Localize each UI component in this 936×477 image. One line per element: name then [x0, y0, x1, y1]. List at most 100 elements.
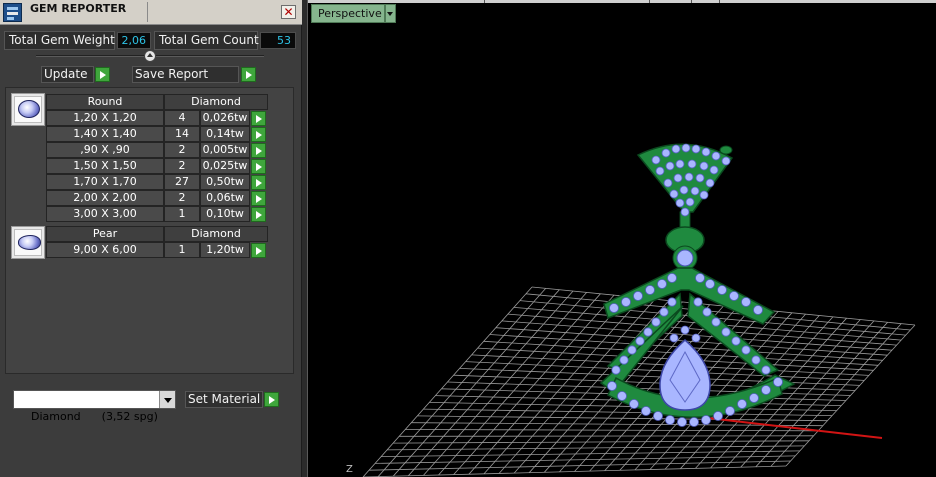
- pave-stone: [721, 156, 731, 166]
- ground-grid: [362, 286, 916, 477]
- select-gem-play-icon[interactable]: [251, 143, 266, 158]
- gem-material-header: Diamond: [164, 94, 268, 110]
- pave-stone: [607, 381, 617, 391]
- grid-line: [770, 323, 902, 467]
- pave-stone: [701, 415, 711, 425]
- gem-weight-cell: 0,025tw: [200, 158, 250, 174]
- pave-stone: [659, 307, 669, 317]
- select-gem-play-icon[interactable]: [251, 111, 266, 126]
- pave-stone: [609, 303, 619, 313]
- gem-shape-header: Round: [46, 94, 164, 110]
- center-stone: [676, 249, 694, 267]
- perspective-viewport[interactable]: Perspective Z: [307, 0, 936, 477]
- pave-stone: [641, 406, 651, 416]
- pave-stone: [657, 279, 667, 289]
- pave-stone: [651, 317, 661, 327]
- pave-stone: [737, 399, 747, 409]
- pave-stone: [693, 297, 703, 307]
- total-gem-weight-value: 2,06: [117, 32, 151, 49]
- pave-stone: [691, 144, 701, 154]
- pear-gem-icon[interactable]: [11, 226, 45, 259]
- gem-material-header: Diamond: [164, 226, 268, 242]
- pave-stone: [629, 399, 639, 409]
- gem-weight-cell: 0,005tw: [200, 142, 250, 158]
- panel-titlebar: GEM REPORTER ✕: [0, 0, 302, 25]
- save-report-button[interactable]: Save Report: [132, 66, 239, 83]
- save-report-play-icon[interactable]: [241, 67, 256, 82]
- pave-stone: [702, 307, 712, 317]
- select-gem-play-icon[interactable]: [251, 159, 266, 174]
- gem-size-cell: 1,50 X 1,50: [46, 158, 164, 174]
- select-gem-play-icon[interactable]: [251, 191, 266, 206]
- gem-size-cell: ,90 X ,90: [46, 142, 164, 158]
- gem-size-cell: 1,40 X 1,40: [46, 126, 164, 142]
- gem-reporter-panel: GEM REPORTER ✕ Total Gem Weight 2,06 Tot…: [0, 0, 302, 477]
- pave-stone: [717, 285, 727, 295]
- gem-size-cell: 2,00 X 2,00: [46, 190, 164, 206]
- pendant-scene: Z: [346, 143, 916, 477]
- select-gem-play-icon[interactable]: [251, 127, 266, 142]
- pave-stone: [671, 144, 681, 154]
- grid-line: [381, 450, 800, 457]
- pave-stone: [701, 147, 711, 157]
- update-button[interactable]: Update: [41, 66, 94, 83]
- pave-stone: [687, 159, 697, 169]
- pave-stone: [751, 355, 761, 365]
- pave-stone: [663, 178, 673, 188]
- select-gem-play-icon[interactable]: [251, 207, 266, 222]
- round-gem-icon[interactable]: [11, 93, 45, 126]
- grid-line: [423, 408, 833, 416]
- gem-weight-cell: 0,06tw: [200, 190, 250, 206]
- gem-count-cell: 1: [164, 242, 200, 258]
- x-axis-line: [707, 417, 883, 439]
- panel-title: GEM REPORTER: [30, 2, 127, 15]
- pave-stone: [680, 325, 690, 335]
- pave-stone: [684, 172, 694, 182]
- gem-count-cell: 2: [164, 190, 200, 206]
- pave-stone: [653, 411, 663, 421]
- pave-stone: [667, 273, 677, 283]
- select-gem-play-icon[interactable]: [251, 175, 266, 190]
- material-select-value: Diamond (3,52 spg): [31, 410, 158, 423]
- gem-shape-header: Pear: [46, 226, 164, 242]
- gem-size-cell: 1,70 X 1,70: [46, 174, 164, 190]
- pave-stone: [689, 417, 699, 427]
- titlebar-divider: [147, 2, 148, 22]
- set-material-button[interactable]: Set Material: [185, 391, 263, 408]
- set-material-play-icon[interactable]: [264, 392, 279, 407]
- gem-weight-cell: 0,10tw: [200, 206, 250, 222]
- material-select[interactable]: Diamond (3,52 spg): [13, 390, 176, 423]
- pave-stone: [761, 385, 771, 395]
- gem-weight-cell: 1,20tw: [200, 242, 250, 258]
- update-play-icon[interactable]: [95, 67, 110, 82]
- pave-stone: [713, 411, 723, 421]
- gem-weight-cell: 0,14tw: [200, 126, 250, 142]
- pave-stone: [741, 297, 751, 307]
- pave-stone: [675, 198, 685, 208]
- collapse-toggle-icon[interactable]: [144, 50, 156, 62]
- gem-weight-cell: 0,026tw: [200, 110, 250, 126]
- pave-stone: [741, 345, 751, 355]
- gem-reporter-app-icon: [3, 3, 22, 22]
- pave-stone: [669, 333, 679, 343]
- gem-count-cell: 27: [164, 174, 200, 190]
- pave-stone: [681, 143, 691, 153]
- pave-stone: [665, 415, 675, 425]
- pave-stone: [651, 155, 661, 165]
- pave-stone: [635, 336, 645, 346]
- pave-stone: [673, 173, 683, 183]
- pave-stone: [679, 185, 689, 195]
- pear-stone: [659, 339, 711, 411]
- pave-stone: [690, 186, 700, 196]
- close-icon[interactable]: ✕: [281, 5, 296, 19]
- pave-stone: [721, 327, 731, 337]
- pave-stone: [691, 333, 701, 343]
- grid-line: [417, 415, 828, 422]
- gem-size-cell: 9,00 X 6,00: [46, 242, 164, 258]
- chevron-down-icon[interactable]: [159, 391, 175, 408]
- select-gem-play-icon[interactable]: [251, 243, 266, 258]
- gem-size-cell: 1,20 X 1,20: [46, 110, 164, 126]
- pave-stone: [711, 151, 721, 161]
- pave-stone: [677, 417, 687, 427]
- pave-stone: [611, 365, 621, 375]
